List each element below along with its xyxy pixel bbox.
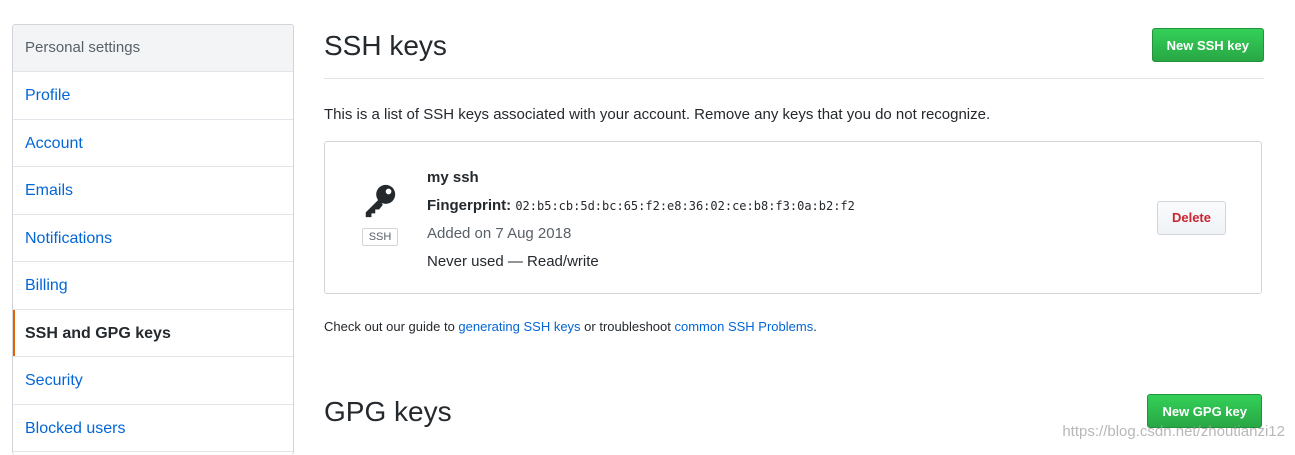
key-icon-wrap: SSH bbox=[359, 182, 401, 246]
ssh-key-item: SSH my ssh Fingerprint: 02:b5:cb:5d:bc:6… bbox=[324, 141, 1262, 294]
sidebar-item-security[interactable]: Security bbox=[13, 357, 293, 405]
delete-key-button[interactable]: Delete bbox=[1156, 201, 1226, 235]
guide-middle: or troubleshoot bbox=[580, 319, 675, 334]
key-name: my ssh bbox=[427, 169, 479, 186]
sidebar-item-ssh-gpg-keys[interactable]: SSH and GPG keys bbox=[13, 309, 293, 357]
sidebar-item-notifications[interactable]: Notifications bbox=[13, 215, 293, 262]
key-added-date: Added on 7 Aug 2018 bbox=[427, 225, 572, 242]
ssh-description: This is a list of SSH keys associated wi… bbox=[324, 106, 991, 123]
settings-sidebar: Personal settings Profile Account Emails… bbox=[12, 24, 294, 455]
key-info: my ssh Fingerprint: 02:b5:cb:5d:bc:65:f2… bbox=[427, 164, 855, 276]
guide-suffix: . bbox=[813, 319, 817, 334]
key-usage: Never used — Read/write bbox=[427, 253, 599, 270]
key-icon bbox=[365, 184, 396, 218]
ssh-badge: SSH bbox=[361, 228, 399, 246]
watermark: https://blog.csdn.net/zhoutianzi12 bbox=[1062, 423, 1285, 440]
common-ssh-problems-link[interactable]: common SSH Problems bbox=[675, 319, 814, 334]
sidebar-item-billing[interactable]: Billing bbox=[13, 262, 293, 310]
sidebar-item-profile[interactable]: Profile bbox=[13, 72, 293, 120]
main-content: SSH keys New SSH key This is a list of S… bbox=[324, 0, 1264, 428]
sidebar-item-emails[interactable]: Emails bbox=[13, 167, 293, 215]
fingerprint-row: Fingerprint: 02:b5:cb:5d:bc:65:f2:e8:36:… bbox=[427, 192, 855, 220]
guide-prefix: Check out our guide to bbox=[324, 319, 459, 334]
sidebar-header: Personal settings bbox=[13, 25, 293, 72]
sidebar-item-account[interactable]: Account bbox=[13, 120, 293, 167]
generating-ssh-keys-link[interactable]: generating SSH keys bbox=[458, 319, 580, 334]
fingerprint-label: Fingerprint: bbox=[427, 197, 512, 214]
gpg-keys-title: GPG keys bbox=[324, 396, 452, 427]
new-ssh-key-button[interactable]: New SSH key bbox=[1151, 28, 1264, 62]
ssh-guide-text: Check out our guide to generating SSH ke… bbox=[324, 319, 817, 334]
fingerprint-value: 02:b5:cb:5d:bc:65:f2:e8:36:02:ce:b8:f3:0… bbox=[515, 199, 855, 213]
ssh-keys-title: SSH keys bbox=[324, 30, 447, 61]
ssh-section-header: SSH keys New SSH key bbox=[324, 0, 1264, 79]
sidebar-item-blocked-users[interactable]: Blocked users bbox=[13, 405, 293, 452]
